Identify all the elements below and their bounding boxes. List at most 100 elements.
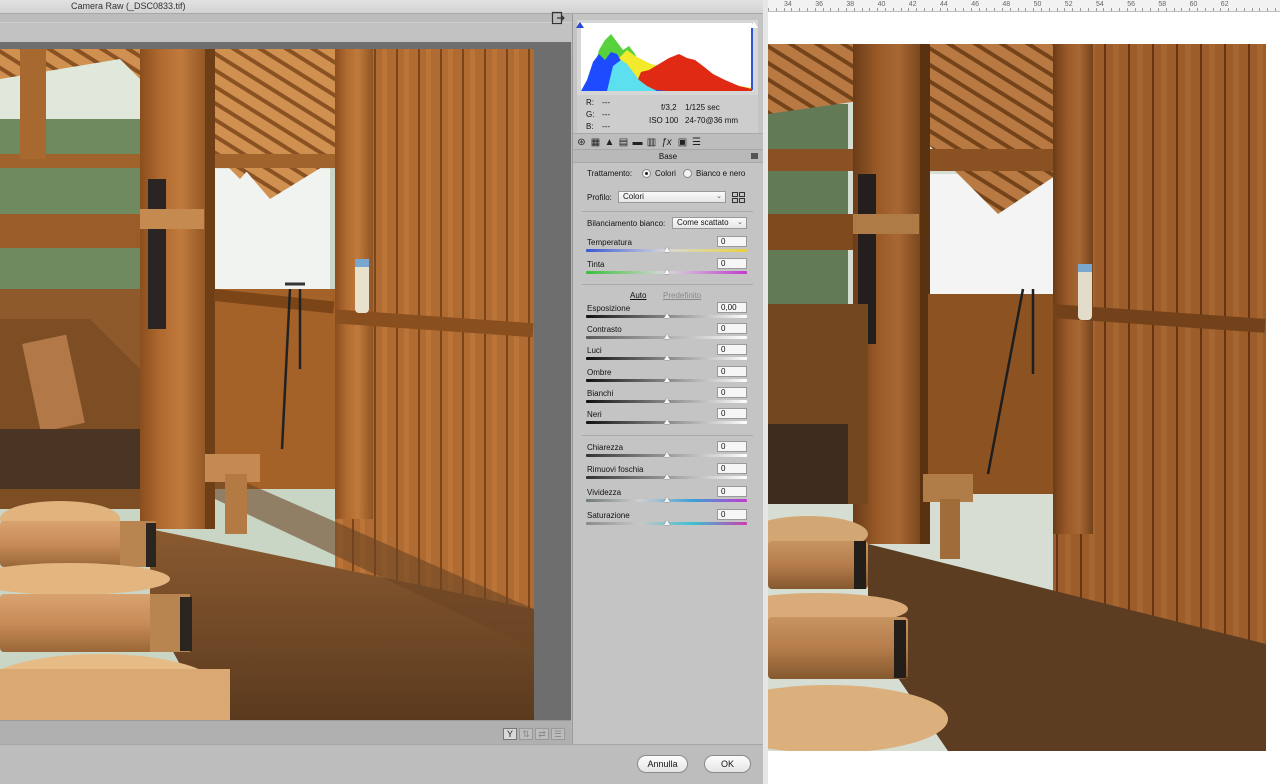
white-balance-label: Bilanciamento bianco: bbox=[587, 219, 666, 228]
exposure-value-field[interactable]: 0,00 bbox=[717, 302, 747, 313]
highlights-slider-thumb[interactable] bbox=[663, 355, 670, 360]
contrast-value-field[interactable]: 0 bbox=[717, 323, 747, 334]
ruler-tick bbox=[1142, 8, 1144, 11]
blacks-value-field[interactable]: 0 bbox=[717, 408, 747, 419]
ok-button[interactable]: OK bbox=[704, 755, 751, 773]
dehaze-value-field[interactable]: 0 bbox=[717, 463, 747, 474]
tab-calibration-icon[interactable]: ▣ bbox=[677, 137, 688, 148]
treatment-bw-label[interactable]: Bianco e nero bbox=[696, 169, 745, 178]
ruler-tick bbox=[1103, 8, 1105, 11]
tab-hsl-icon[interactable]: ▤ bbox=[618, 137, 629, 148]
dehaze-label: Rimuovi foschia bbox=[587, 465, 644, 474]
vibrance-slider-thumb[interactable] bbox=[663, 497, 670, 502]
tab-basic-icon[interactable]: ⊛ bbox=[576, 137, 587, 148]
ruler-mark-label: 46 bbox=[971, 1, 979, 8]
tab-detail-icon[interactable]: ▲ bbox=[604, 137, 615, 148]
horizontal-ruler[interactable]: 34 36 38 40 42 44 46 48 50 52 54 56 58 60 62 bbox=[768, 0, 1280, 12]
chevron-down-icon: ⌄ bbox=[716, 193, 722, 200]
separator bbox=[582, 284, 753, 285]
ruler-tick bbox=[1025, 8, 1027, 11]
ruler-tick bbox=[1087, 8, 1089, 11]
ruler-tick bbox=[768, 8, 769, 11]
white-balance-select[interactable]: Come scattato ⌄ bbox=[672, 217, 747, 229]
tab-presets-icon[interactable]: ☰ bbox=[691, 137, 702, 148]
open-in-photoshop-icon[interactable] bbox=[551, 11, 565, 25]
ruler-tick bbox=[1134, 8, 1136, 11]
saturation-slider-thumb[interactable] bbox=[663, 520, 670, 525]
title-bar[interactable]: Camera Raw (_DSC0833.tif) bbox=[0, 0, 763, 14]
treatment-color-radio[interactable] bbox=[642, 169, 651, 178]
ruler-tick bbox=[978, 8, 980, 11]
highlight-clipping-indicator[interactable] bbox=[750, 22, 758, 28]
highlights-label: Luci bbox=[587, 346, 602, 355]
contrast-slider-thumb[interactable] bbox=[663, 334, 670, 339]
panel-title: Base bbox=[573, 150, 763, 163]
ruler-tick bbox=[1267, 8, 1269, 11]
ruler-tick bbox=[892, 8, 894, 11]
ruler-tick bbox=[838, 8, 840, 11]
shadows-slider-thumb[interactable] bbox=[663, 377, 670, 382]
separator bbox=[582, 211, 753, 212]
ruler-mark-label: 48 bbox=[1002, 1, 1011, 8]
ruler-mark-label: 38 bbox=[846, 1, 855, 8]
preview-settings-icon[interactable]: ☰ bbox=[551, 728, 565, 740]
dehaze-slider-thumb[interactable] bbox=[663, 474, 670, 479]
ruler-tick bbox=[1173, 8, 1175, 11]
white-balance-select-value: Come scattato bbox=[677, 218, 729, 227]
panel-menu-icon[interactable] bbox=[751, 153, 758, 159]
temperature-label: Temperatura bbox=[587, 238, 632, 247]
ruler-tick bbox=[908, 8, 910, 11]
treatment-color-label[interactable]: Colori bbox=[655, 169, 676, 178]
tint-value-field[interactable]: 0 bbox=[717, 258, 747, 269]
tab-lens-corrections-icon[interactable]: ▥ bbox=[646, 137, 657, 148]
ruler-tick bbox=[1064, 8, 1066, 11]
tab-tone-curve-icon[interactable]: ▦ bbox=[590, 137, 601, 148]
readout-g-value: --- bbox=[602, 110, 610, 119]
cancel-button[interactable]: Annulla bbox=[637, 755, 688, 773]
before-after-split-icon[interactable]: ⇅ bbox=[519, 728, 533, 740]
ruler-tick bbox=[1251, 8, 1253, 11]
whites-value-field[interactable]: 0 bbox=[717, 387, 747, 398]
ruler-tick bbox=[1181, 8, 1183, 11]
iso: ISO 100 bbox=[649, 116, 679, 125]
treatment-label: Trattamento: bbox=[587, 169, 633, 178]
shadows-value-field[interactable]: 0 bbox=[717, 366, 747, 377]
clarity-slider-thumb[interactable] bbox=[663, 452, 670, 457]
ruler-mark-label: 44 bbox=[940, 1, 948, 8]
shadow-clipping-indicator[interactable] bbox=[576, 22, 584, 28]
blacks-label: Neri bbox=[587, 410, 602, 419]
ruler-tick bbox=[877, 8, 879, 11]
ruler-tick bbox=[1002, 8, 1003, 11]
tint-slider-thumb[interactable] bbox=[663, 269, 670, 274]
saturation-value-field[interactable]: 0 bbox=[717, 509, 747, 520]
temperature-slider-thumb[interactable] bbox=[663, 247, 670, 252]
contrast-label: Contrasto bbox=[587, 325, 622, 334]
before-after-toggle-button[interactable]: Y bbox=[503, 728, 517, 740]
blacks-slider-thumb[interactable] bbox=[663, 419, 670, 424]
ruler-tick bbox=[1009, 8, 1011, 11]
exposure-slider-thumb[interactable] bbox=[663, 313, 670, 318]
treatment-bw-radio[interactable] bbox=[683, 169, 692, 178]
ruler-tick bbox=[1095, 8, 1097, 11]
clarity-value-field[interactable]: 0 bbox=[717, 441, 747, 452]
profile-browser-icon[interactable] bbox=[732, 192, 745, 203]
ruler-tick bbox=[1220, 8, 1222, 11]
ruler-mark-label: 36 bbox=[815, 1, 823, 8]
vibrance-label: Vividezza bbox=[587, 488, 622, 497]
profile-select[interactable]: Colori ⌄ bbox=[618, 191, 726, 203]
ruler-tick bbox=[1158, 8, 1159, 11]
ruler-mark-label: 58 bbox=[1158, 1, 1167, 8]
image-preview[interactable] bbox=[0, 49, 534, 720]
vibrance-value-field[interactable]: 0 bbox=[717, 486, 747, 497]
tab-effects-icon[interactable]: ƒx bbox=[661, 137, 672, 148]
shutter-speed: 1/125 sec bbox=[685, 103, 720, 112]
temperature-value-field[interactable]: 0 bbox=[717, 236, 747, 247]
document-image[interactable] bbox=[768, 44, 1266, 751]
window-title: Camera Raw (_DSC0833.tif) bbox=[71, 1, 186, 11]
tab-split-toning-icon[interactable]: ▬ bbox=[632, 137, 643, 148]
swap-settings-icon[interactable]: ⇄ bbox=[535, 728, 549, 740]
whites-slider-thumb[interactable] bbox=[663, 398, 670, 403]
default-link[interactable]: Predefinito bbox=[663, 291, 701, 300]
auto-link[interactable]: Auto bbox=[630, 291, 646, 300]
highlights-value-field[interactable]: 0 bbox=[717, 344, 747, 355]
